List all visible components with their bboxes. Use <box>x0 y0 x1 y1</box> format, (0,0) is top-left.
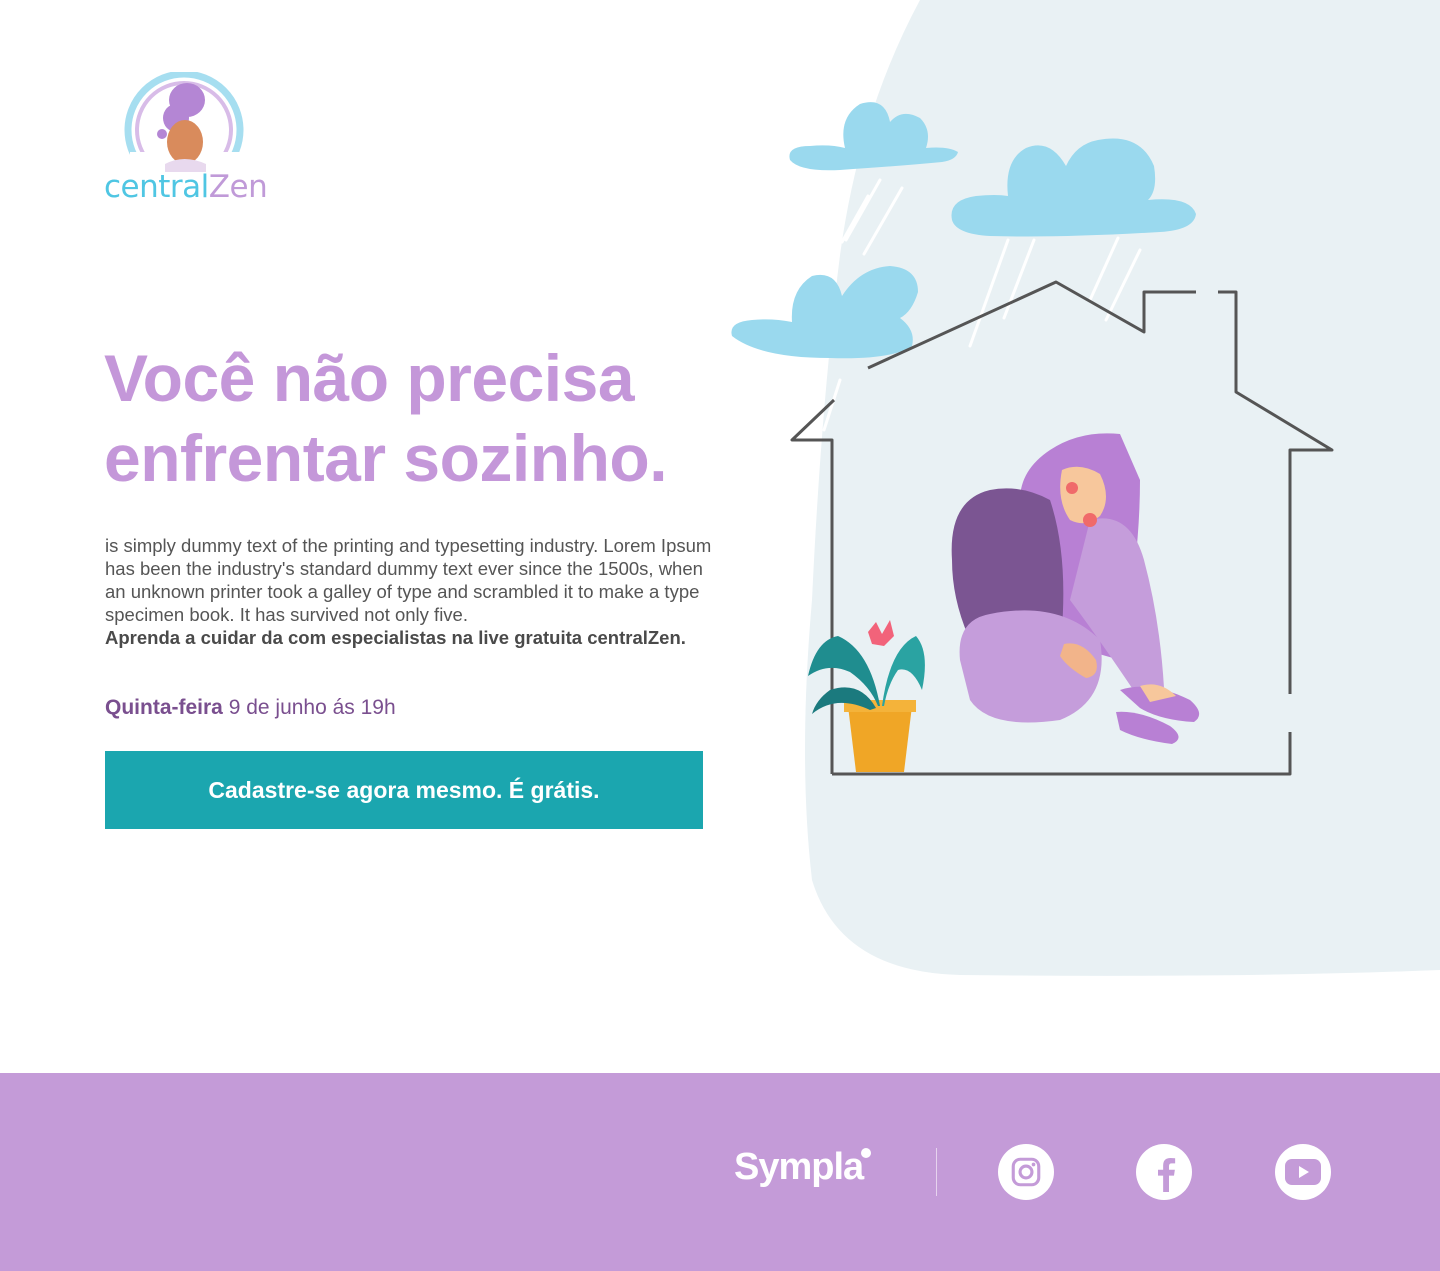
youtube-icon <box>1285 1159 1321 1185</box>
headline-line-1: Você não precisa <box>104 341 635 415</box>
instagram-link[interactable] <box>998 1144 1054 1200</box>
logo-wordmark: centralZen <box>104 169 268 205</box>
event-description: is simply dummy text of the printing and… <box>105 534 725 649</box>
register-button[interactable]: Cadastre-se agora mesmo. É grátis. <box>105 751 703 829</box>
cloud-icon-3 <box>731 266 918 359</box>
description-text: is simply dummy text of the printing and… <box>105 535 712 625</box>
centralzen-logo-icon <box>124 72 244 172</box>
event-weekday: Quinta-feira <box>105 696 223 719</box>
page-headline: Você não precisa enfrentar sozinho. <box>104 338 744 498</box>
centralzen-logo[interactable]: centralZen <box>104 72 268 212</box>
facebook-link[interactable] <box>1136 1144 1192 1200</box>
event-date: Quinta-feira 9 de junho ás 19h <box>105 696 396 720</box>
sympla-logo[interactable]: Sympla <box>734 1148 864 1186</box>
headline-line-2: enfrentar sozinho. <box>104 421 668 495</box>
sympla-logo-dot <box>861 1148 871 1158</box>
footer <box>0 1073 1440 1271</box>
footer-divider <box>936 1148 937 1196</box>
description-highlight: Aprenda a cuidar da com especialistas na… <box>105 627 686 648</box>
youtube-link[interactable] <box>1275 1144 1331 1200</box>
instagram-icon <box>1011 1157 1041 1187</box>
hero-illustration <box>731 0 1440 976</box>
event-date-time: 9 de junho ás 19h <box>222 696 396 719</box>
facebook-icon <box>1158 1158 1176 1192</box>
